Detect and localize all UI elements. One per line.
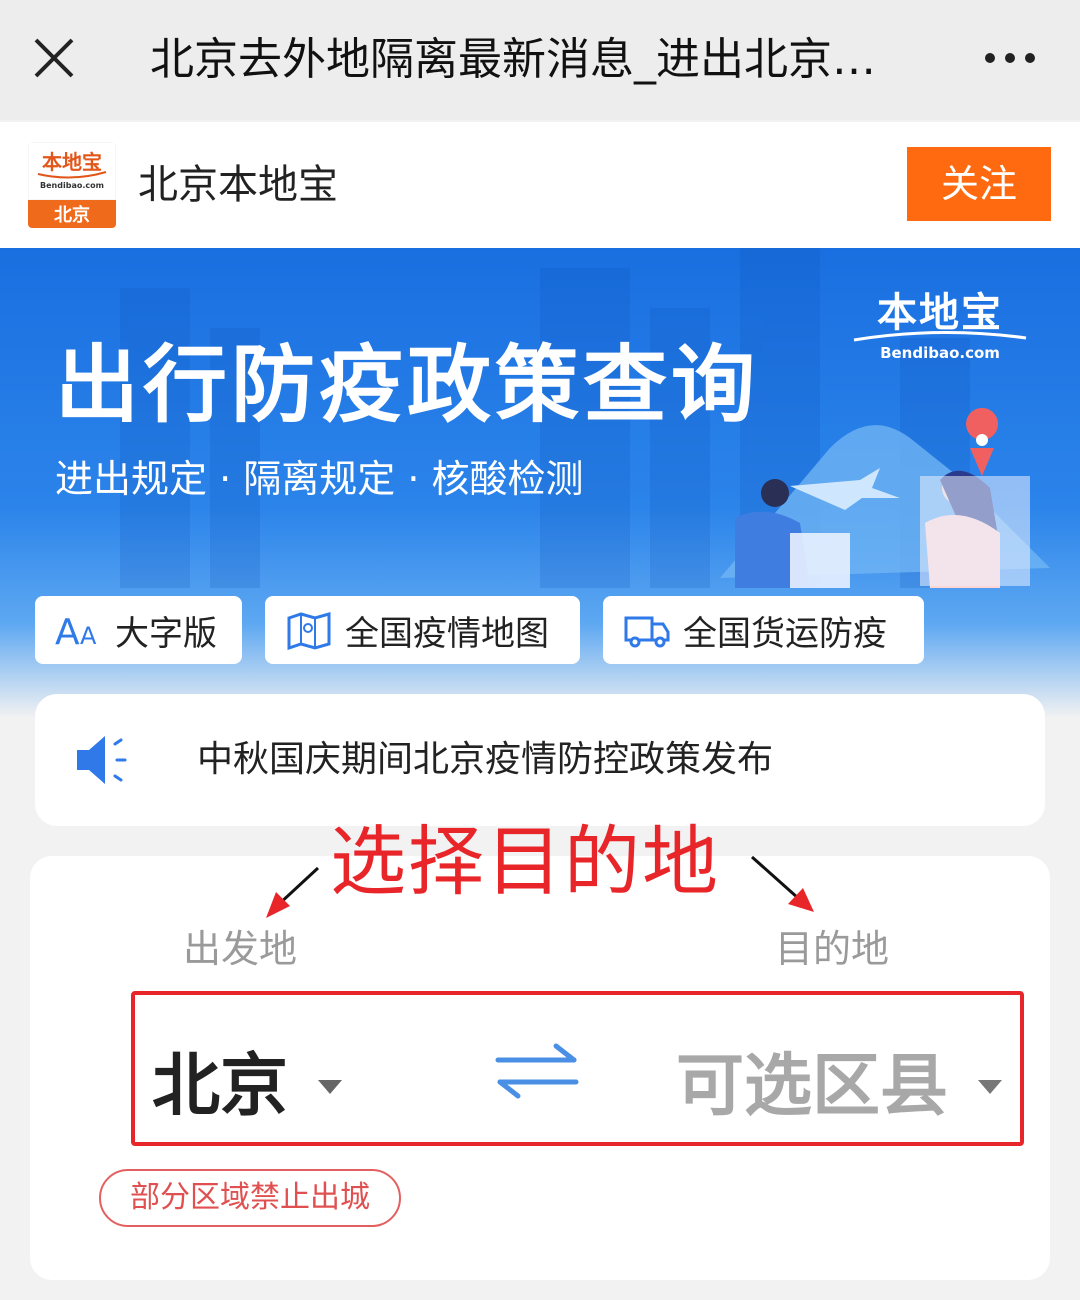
- destination-label: 目的地: [775, 927, 890, 971]
- chip-label: 全国疫情地图: [345, 613, 549, 654]
- chip-label: 全国货运防疫: [683, 613, 887, 654]
- account-logo[interactable]: 本地宝 Bendibao.com 北京: [28, 142, 116, 228]
- brand-logo: 本地宝 Bendibao.com: [850, 280, 1030, 370]
- departure-value: 北京: [152, 1047, 289, 1126]
- freight-button[interactable]: 全国货运防疫: [603, 596, 924, 664]
- account-name[interactable]: 北京本地宝: [138, 122, 338, 248]
- large-font-button[interactable]: A A 大字版: [35, 596, 242, 664]
- status-badge: 部分区域禁止出城: [99, 1169, 401, 1227]
- destination-placeholder: 可选区县: [676, 1047, 949, 1126]
- speaker-icon: [77, 736, 127, 784]
- epidemic-map-button[interactable]: 全国疫情地图: [265, 596, 580, 664]
- departure-select[interactable]: 北京: [152, 1030, 343, 1129]
- close-icon[interactable]: [30, 34, 78, 82]
- font-size-icon: A A: [55, 612, 97, 650]
- svg-text:A: A: [80, 622, 97, 650]
- map-icon: [287, 612, 331, 650]
- banner-title: 出行防疫政策查询: [55, 336, 760, 434]
- svg-text:A: A: [55, 612, 80, 650]
- page-title: 北京去外地隔离最新消息_进出北京…: [150, 34, 876, 85]
- chip-label: 大字版: [115, 613, 217, 654]
- svg-text:本地宝: 本地宝: [42, 150, 102, 174]
- banner-subtitle: 进出规定 · 隔离规定 · 核酸检测: [55, 457, 584, 501]
- more-dots-icon[interactable]: [980, 36, 1040, 80]
- destination-select[interactable]: 可选区县: [676, 1030, 1003, 1129]
- account-header: 本地宝 Bendibao.com 北京 北京本地宝 关注: [0, 122, 1080, 248]
- swap-arrows-icon[interactable]: [494, 1040, 580, 1102]
- hero-banner: 出行防疫政策查询 进出规定 · 隔离规定 · 核酸检测 本地宝 Bendibao…: [0, 248, 1080, 718]
- nav-bar: 北京去外地隔离最新消息_进出北京…: [0, 0, 1080, 120]
- departure-label: 出发地: [183, 927, 298, 971]
- chevron-down-icon: [978, 1079, 1003, 1094]
- follow-button[interactable]: 关注: [907, 147, 1051, 221]
- annotation-caption: 选择目的地: [330, 817, 720, 906]
- svg-text:Bendibao.com: Bendibao.com: [40, 181, 104, 190]
- truck-icon: [624, 616, 670, 648]
- chevron-down-icon: [318, 1079, 343, 1094]
- svg-text:北京: 北京: [54, 204, 90, 226]
